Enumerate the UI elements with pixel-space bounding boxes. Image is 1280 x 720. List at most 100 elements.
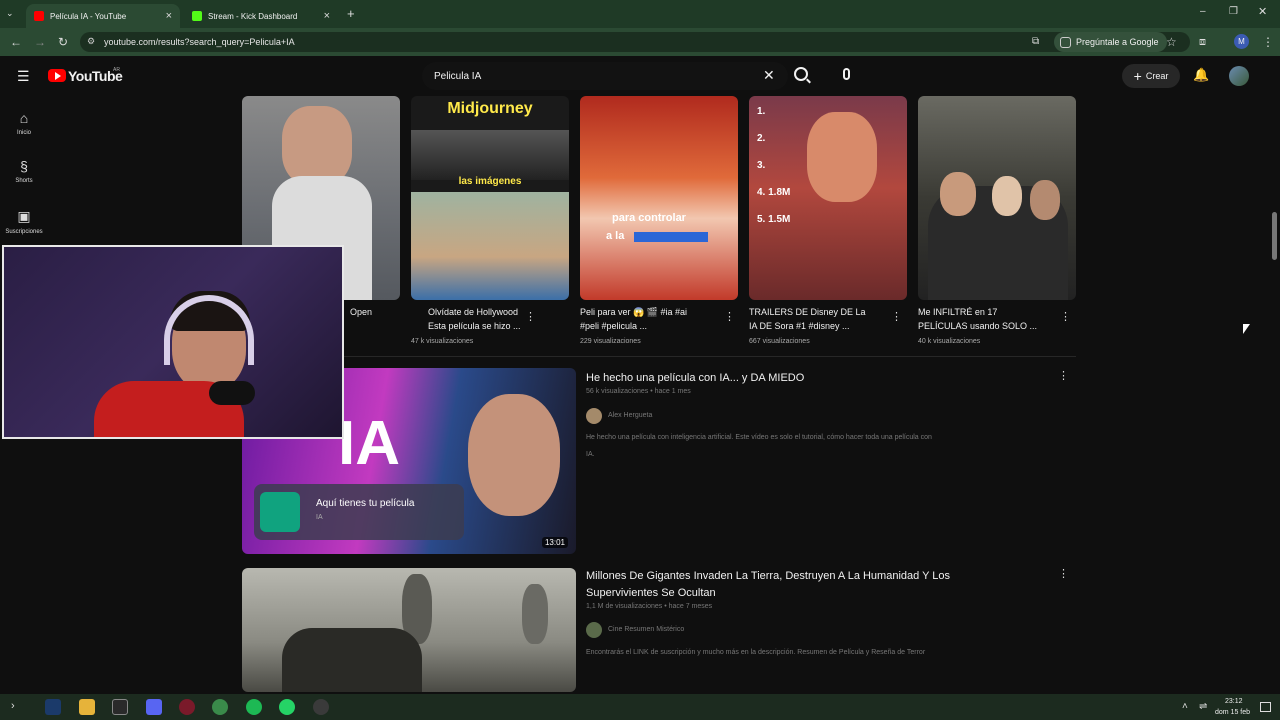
restore-icon[interactable]: ❐ [1229,6,1238,17]
close-window-icon[interactable]: ✕ [1258,5,1267,18]
discord-icon[interactable] [146,699,162,715]
short-thumbnail[interactable]: para controlar a la [580,96,738,300]
taskbar-expand-icon[interactable]: › [11,700,15,712]
bookmark-star-icon[interactable]: ☆ [1166,36,1177,48]
face [940,172,976,216]
more-options-icon[interactable]: ⋮ [1058,567,1069,580]
network-icon[interactable]: ⇌ [1199,701,1207,712]
short-title[interactable]: PELÍCULAS usando SOLO ... [918,319,1037,333]
steam-icon[interactable] [45,699,61,715]
thumb-text: Midjourney [447,100,533,117]
home-icon: ⌂ [19,110,29,126]
plus-icon: + [1133,68,1142,84]
short-title[interactable]: Esta película se hizo ... [428,319,521,333]
address-bar[interactable]: ⚙ youtube.com/results?search_query=Pelic… [80,32,1190,52]
channel-name[interactable]: Alex Hergueta [608,412,652,419]
short-title[interactable]: Peli para ver 😱 🎬 #ia #ai [580,305,687,319]
more-options-icon[interactable]: ⋮ [525,310,536,323]
clear-search-icon[interactable]: ✕ [763,67,775,84]
short-views: 667 visualizaciones [749,338,810,345]
profile-avatar[interactable]: M [1234,34,1249,49]
youtube-logo-icon[interactable] [48,69,66,82]
tab-list-chevron-icon[interactable]: ⌄ [6,8,14,19]
video-thumbnail[interactable] [242,568,576,692]
video-duration: 13:01 [541,537,568,548]
browser-toolbar: ← → ↻ ⚙ youtube.com/results?search_query… [0,28,1280,56]
tab-title: Stream - Kick Dashboard [208,11,298,21]
short-title[interactable]: Me INFILTRÉ en 17 [918,305,997,319]
forward-icon[interactable]: → [34,36,46,48]
clock-date[interactable]: dom 15 feb [1215,709,1250,716]
webcam-overlay [2,245,344,439]
rank-4: 4. 1.8M [757,187,791,198]
new-tab-button[interactable]: + [347,6,355,21]
create-label: Crear [1145,71,1169,81]
spotify-icon[interactable] [246,699,262,715]
video-title[interactable]: He hecho una película con IA... y DA MIE… [586,370,804,387]
microphone-icon[interactable] [843,68,850,80]
short-title[interactable]: Olvídate de Hollywood [428,305,518,319]
tray-chevron-icon[interactable]: ˄ [1182,701,1188,712]
short-title[interactable]: TRAILERS DE Disney DE La [749,305,866,319]
channel-avatar[interactable] [586,408,602,424]
epic-games-icon[interactable] [112,699,128,715]
file-explorer-icon[interactable] [79,699,95,715]
video-title[interactable]: Millones De Gigantes Invaden La Tierra, … [586,568,950,585]
country-code: AR [113,67,120,73]
site-info-icon[interactable]: ⚙ [87,36,95,47]
thumb-text: IA [338,409,400,478]
ask-google-button[interactable]: Pregúntale a Google [1054,32,1167,52]
page-scrollbar-thumb[interactable] [1272,212,1277,260]
short-title[interactable]: Open [350,305,372,319]
install-app-icon[interactable]: ⧉ [1032,36,1039,48]
search-input[interactable]: Pelicula IA [422,62,788,90]
notifications-bell-icon[interactable]: 🔔 [1193,67,1209,83]
microphone-icon [209,381,255,405]
minimize-icon[interactable]: – [1200,6,1206,17]
whatsapp-icon[interactable] [279,699,295,715]
close-tab-icon[interactable]: × [166,10,172,22]
close-tab-icon[interactable]: × [324,10,330,22]
opera-icon[interactable] [179,699,195,715]
tab-kick[interactable]: Stream - Kick Dashboard × [184,4,338,28]
channel-avatar[interactable] [586,622,602,638]
channel-name[interactable]: Cine Resumen Mistérico [608,626,684,633]
clock-time[interactable]: 23:12 [1225,698,1243,705]
more-options-icon[interactable]: ⋮ [724,310,735,323]
browser-tab-bar: ⌄ Película IA - YouTube × Stream - Kick … [0,0,1280,28]
chrome-icon[interactable] [212,699,228,715]
extensions-icon[interactable]: ⧈ [1199,36,1206,48]
video-title[interactable]: Supervivientes Se Ocultan [586,585,716,602]
thumb-text: para controlar [612,212,686,224]
more-options-icon[interactable]: ⋮ [1060,310,1071,323]
short-thumbnail[interactable]: 1. 2. 3. 4. 1.8M 5. 1.5M [749,96,907,300]
more-options-icon[interactable]: ⋮ [891,310,902,323]
hamburger-menu-icon[interactable]: ☰ [17,68,30,85]
video-description: IA. [586,451,595,458]
mouse-cursor-icon [1243,324,1250,334]
obs-icon[interactable] [313,699,329,715]
back-icon[interactable]: ← [10,36,22,48]
short-thumbnail[interactable] [918,96,1076,300]
person-face [468,394,560,516]
short-title[interactable]: IA DE Sora #1 #disney ... [749,319,850,333]
create-button[interactable]: + Crear [1122,64,1180,88]
short-thumbnail[interactable]: Midjourney las imágenes [411,96,569,300]
sidebar-item-shorts[interactable]: § Shorts [0,158,48,184]
face [1030,180,1060,220]
browser-menu-icon[interactable]: ⋮ [1262,36,1274,48]
video-description: He hecho una película con inteligencia a… [586,434,932,441]
reload-icon[interactable]: ↻ [58,36,68,48]
shorts-icon: § [20,158,28,174]
sidebar-item-suscripciones[interactable]: ▣ Suscripciones [0,208,48,235]
thumb-text: las imágenes [458,176,522,187]
face [992,176,1022,216]
thumb-photo [411,192,569,300]
sidebar-item-inicio[interactable]: ⌂ Inicio [0,110,48,136]
notification-center-icon[interactable] [1260,702,1271,712]
account-avatar[interactable] [1229,66,1249,86]
search-query: Pelicula IA [434,70,482,82]
tab-youtube[interactable]: Película IA - YouTube × [26,4,180,28]
more-options-icon[interactable]: ⋮ [1058,369,1069,382]
short-title[interactable]: #peli #pelicula ... [580,319,647,333]
